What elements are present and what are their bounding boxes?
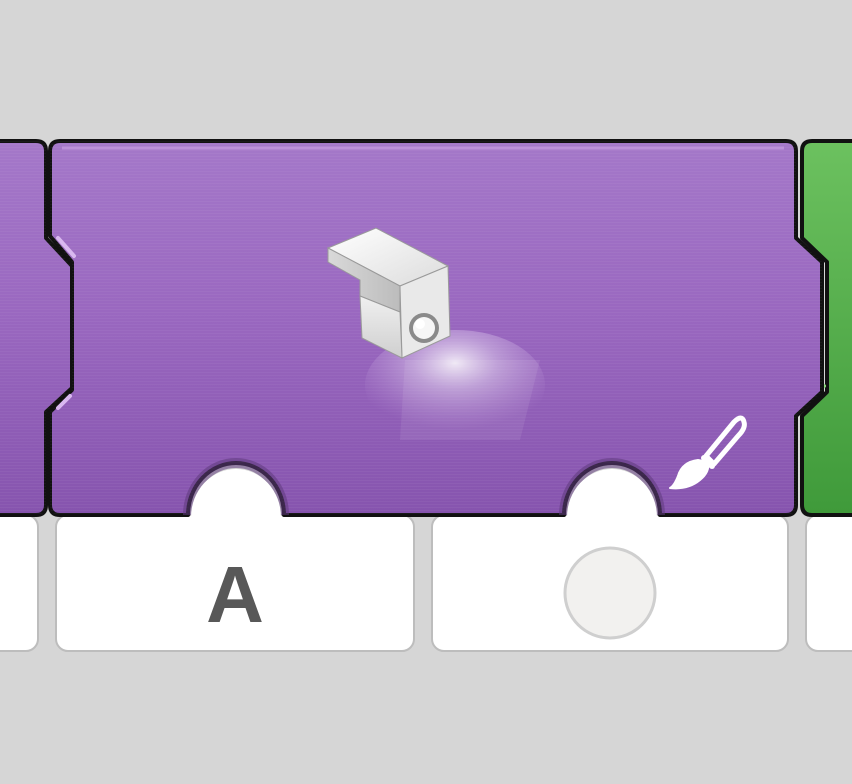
program-canvas	[0, 139, 852, 652]
port-value-label[interactable]: A	[56, 545, 414, 645]
color-swatch-icon[interactable]	[563, 546, 657, 640]
